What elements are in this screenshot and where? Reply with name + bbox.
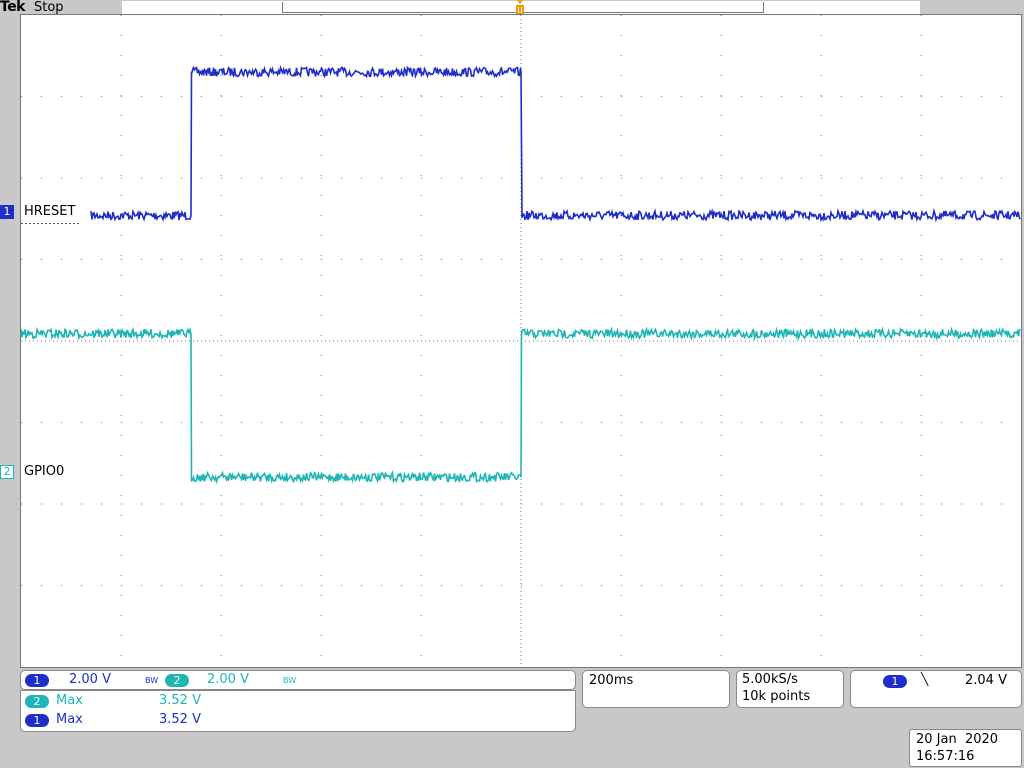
brand-logo: Tek: [0, 0, 26, 15]
timebase-scale: 200ms: [589, 673, 634, 688]
ch1-badge: 1: [25, 674, 49, 687]
datetime-panel: 20 Jan 2020 16:57:16: [909, 729, 1022, 767]
measurement-1-channel-badge: 2: [25, 695, 49, 708]
trigger-level: 2.04 V: [965, 673, 1007, 688]
vertical-settings-panel[interactable]: 1 2.00 V BW 2 2.00 V BW: [20, 670, 576, 690]
ch2-label: GPIO0: [22, 464, 67, 479]
falling-edge-icon: ╲: [921, 672, 929, 686]
trigger-source-badge: 1: [883, 675, 907, 688]
ch1-scale: 2.00 V: [69, 672, 111, 687]
trigger-settings-panel[interactable]: 1 ╲ 2.04 V: [850, 670, 1022, 708]
ch1-ground-marker[interactable]: 1: [0, 205, 14, 219]
sample-rate: 5.00kS/s: [742, 672, 798, 687]
measurement-2-channel-badge: 1: [25, 714, 49, 727]
plot-area: [21, 15, 1021, 667]
measurement-2-name: Max: [56, 712, 83, 727]
measurement-1-name: Max: [56, 693, 83, 708]
ch1-label: HRESET: [22, 204, 78, 219]
measurement-1-value: 3.52 V: [159, 693, 201, 708]
time: 16:57:16: [916, 749, 975, 764]
measurement-2-value: 3.52 V: [159, 712, 201, 727]
ch2-bw-limit-icon: BW: [283, 676, 297, 685]
ch1-bw-limit-icon: BW: [145, 676, 159, 685]
ch2-ground-marker[interactable]: 2: [0, 465, 14, 479]
ch2-badge: 2: [165, 674, 189, 687]
waveform-display[interactable]: [20, 14, 1022, 668]
waveform-gpio0: [21, 326, 1021, 485]
acquisition-panel[interactable]: 5.00kS/s 10k points: [736, 670, 844, 708]
date: 20 Jan 2020: [916, 732, 999, 747]
record-length: 10k points: [742, 689, 811, 704]
ch2-scale: 2.00 V: [207, 672, 249, 687]
waveform-hreset: [90, 64, 1021, 223]
horizontal-settings-panel[interactable]: 200ms: [582, 670, 730, 708]
acquisition-state: Stop: [34, 0, 64, 15]
measurements-panel[interactable]: 2 Max 3.52 V 1 Max 3.52 V: [20, 690, 576, 732]
